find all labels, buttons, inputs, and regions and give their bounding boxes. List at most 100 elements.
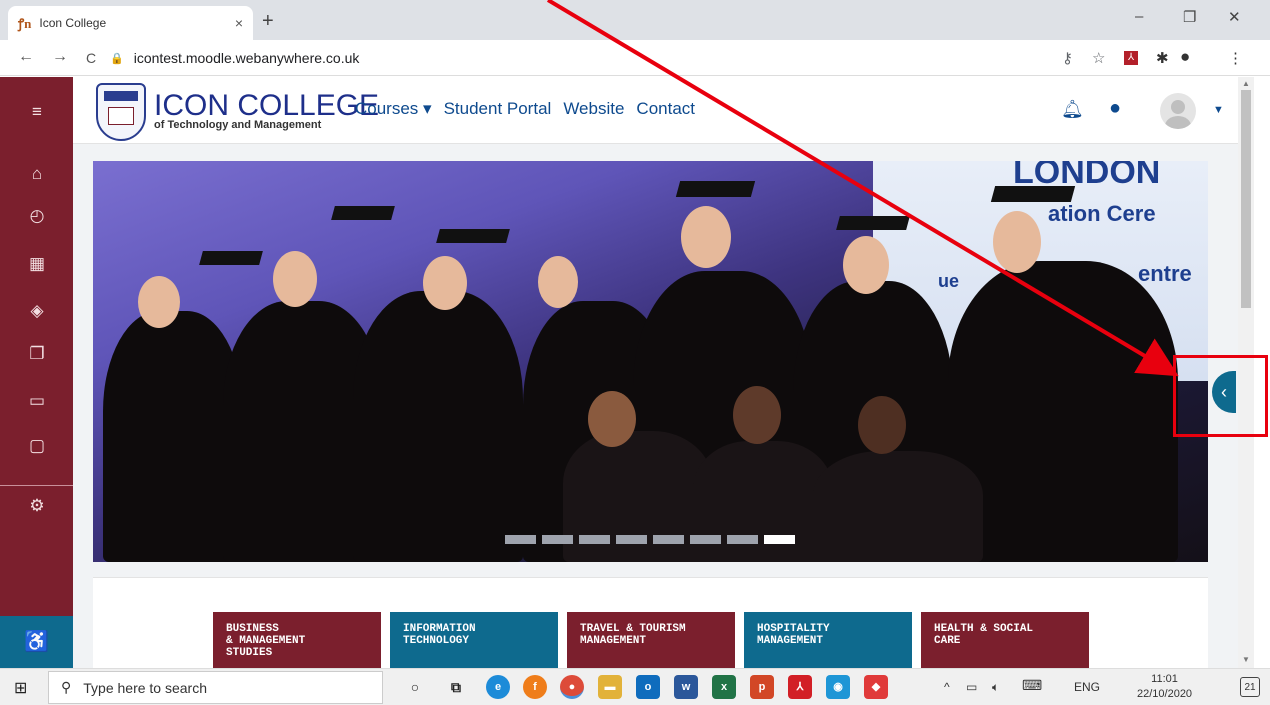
forward-button[interactable]: →	[52, 48, 68, 66]
show-hidden-icons-icon[interactable]: ^	[944, 680, 950, 694]
outlook-icon[interactable]: o	[636, 675, 660, 699]
profile-icon[interactable]: ●	[1180, 47, 1190, 67]
clock-date: 22/10/2020	[1137, 688, 1193, 700]
logo-title[interactable]: ICON COLLEGE	[154, 89, 379, 123]
sidebar-divider	[0, 485, 73, 486]
tile-label: HEALTH & SOCIAL CARE	[934, 623, 1034, 647]
address-bar[interactable]: 🔒 icontest.moodle.webanywhere.co.uk	[110, 45, 1050, 71]
category-tile-travel[interactable]: TRAVEL & TOURISM MANAGEMENT	[567, 612, 735, 668]
close-tab-icon[interactable]: ×	[235, 15, 243, 31]
nav-website[interactable]: Website	[563, 99, 624, 119]
clipboard-icon[interactable]: ▭	[25, 389, 49, 413]
taskbar-clock[interactable]: 11:01 22/10/2020	[1137, 672, 1192, 702]
category-tile-health[interactable]: HEALTH & SOCIAL CARE	[921, 612, 1089, 668]
graduate-face	[681, 206, 731, 268]
home-icon[interactable]: ⌂	[25, 162, 49, 186]
carousel-indicators	[505, 535, 795, 544]
chrome-icon[interactable]: ●	[560, 675, 584, 699]
clock-time: 11:01	[1151, 673, 1178, 685]
keyboard-icon[interactable]: ⌨	[1022, 677, 1042, 694]
back-button[interactable]: ←	[18, 48, 34, 66]
firefox-icon[interactable]: f	[523, 675, 547, 699]
calendar-icon[interactable]: ▦	[25, 252, 49, 276]
graduate-face	[138, 276, 180, 328]
graduate-cap	[990, 186, 1076, 202]
carousel-indicator-6[interactable]	[690, 535, 721, 544]
scroll-up-arrow-icon[interactable]: ▲	[1238, 79, 1254, 88]
browser-tab[interactable]: ꝭn Icon College ×	[8, 6, 253, 40]
notifications-badge[interactable]: 21	[1240, 677, 1260, 697]
nav-courses[interactable]: Courses ▾	[355, 99, 432, 119]
restore-button[interactable]: ❐	[1183, 8, 1196, 26]
anydesk-icon[interactable]: ◆	[864, 675, 888, 699]
hero-carousel[interactable]: LONDON ation Cere ue entre	[93, 161, 1208, 562]
copy-files-icon[interactable]: ❐	[25, 342, 49, 366]
folder-icon[interactable]: ▢	[25, 434, 49, 458]
browser-tab-strip: ꝭn Icon College × + – ❐ ✕	[0, 0, 1270, 40]
carousel-indicator-4[interactable]	[616, 535, 647, 544]
powerpoint-icon[interactable]: p	[750, 675, 774, 699]
accessibility-button[interactable]: ♿	[0, 616, 73, 668]
extensions-icon[interactable]: ✱	[1156, 49, 1169, 67]
acrobat-icon[interactable]: ⅄	[788, 675, 812, 699]
graduate-face	[993, 211, 1041, 273]
carousel-indicator-1[interactable]	[505, 535, 536, 544]
reload-button[interactable]: C	[86, 50, 96, 66]
banner-text-ceremony: ation Cere	[1048, 201, 1156, 226]
messages-chat-icon[interactable]: ●	[1109, 97, 1121, 120]
pdf-extension-icon[interactable]: ⅄	[1124, 51, 1138, 65]
user-menu-caret-icon[interactable]: ▼	[1213, 104, 1224, 116]
carousel-indicator-7[interactable]	[727, 535, 758, 544]
category-tile-business[interactable]: BUSINESS & MANAGEMENT STUDIES	[213, 612, 381, 668]
banner-text-fragment: ue	[938, 271, 960, 291]
category-tile-it[interactable]: INFORMATION TECHNOLOGY	[390, 612, 558, 668]
windows-taskbar: ⊞ ⚲ Type here to search ○ ⧉ e f ● ▬ o w …	[0, 668, 1270, 705]
close-window-button[interactable]: ✕	[1228, 8, 1241, 26]
notification-bell-icon[interactable]: 🔔︎	[1061, 99, 1084, 120]
main-nav: Courses ▾ Student Portal Website Contact	[355, 99, 695, 119]
graduate-face	[588, 391, 636, 447]
carousel-indicator-2[interactable]	[542, 535, 573, 544]
college-crest-logo[interactable]	[96, 83, 146, 141]
tile-label: INFORMATION TECHNOLOGY	[403, 623, 476, 647]
college-favicon-icon: ꝭn	[18, 16, 32, 31]
carousel-indicator-3[interactable]	[579, 535, 610, 544]
key-icon[interactable]: ⚷	[1062, 49, 1073, 67]
bookmark-star-icon[interactable]: ☆	[1092, 49, 1105, 67]
site-header: ICON COLLEGE of Technology and Managemen…	[73, 77, 1238, 144]
page-content: ICON COLLEGE of Technology and Managemen…	[73, 77, 1238, 668]
browser-toolbar: ← → C 🔒 icontest.moodle.webanywhere.co.u…	[0, 40, 1270, 76]
nav-contact[interactable]: Contact	[636, 99, 695, 119]
app-icon[interactable]: ◉	[826, 675, 850, 699]
carousel-indicator-8[interactable]	[764, 535, 795, 544]
taskbar-search-box[interactable]: ⚲ Type here to search	[48, 671, 383, 704]
file-explorer-icon[interactable]: ▬	[598, 675, 622, 699]
edge-browser-icon[interactable]: e	[486, 675, 510, 699]
task-view-icon[interactable]: ⧉	[444, 675, 468, 699]
dashboard-gauge-icon[interactable]: ◴	[25, 204, 49, 228]
tile-label: BUSINESS & MANAGEMENT STUDIES	[226, 623, 306, 659]
excel-icon[interactable]: x	[712, 675, 736, 699]
network-icon[interactable]: ▭	[966, 680, 977, 694]
annotation-highlight-box	[1173, 355, 1268, 437]
cortana-icon[interactable]: ○	[403, 675, 427, 699]
layers-icon[interactable]: ◈	[25, 299, 49, 323]
volume-icon[interactable]: 🔈︎	[992, 680, 999, 695]
user-avatar[interactable]	[1160, 93, 1196, 129]
category-tile-hospitality[interactable]: HOSPITALITY MANAGEMENT	[744, 612, 912, 668]
accessibility-icon: ♿	[24, 631, 49, 653]
language-indicator[interactable]: ENG	[1074, 680, 1100, 694]
new-tab-button[interactable]: +	[262, 10, 274, 33]
carousel-indicator-5[interactable]	[653, 535, 684, 544]
windows-start-icon[interactable]: ⊞	[14, 678, 27, 698]
graduate-cap	[836, 216, 910, 230]
settings-gear-icon[interactable]: ⚙	[25, 494, 49, 518]
scrollbar-thumb[interactable]	[1241, 90, 1251, 308]
scroll-down-arrow-icon[interactable]: ▼	[1238, 655, 1254, 664]
tab-title: Icon College	[39, 16, 107, 30]
hamburger-menu-icon[interactable]: ≡	[25, 100, 49, 124]
menu-kebab-icon[interactable]: ⋮	[1228, 49, 1243, 67]
minimize-button[interactable]: –	[1135, 8, 1143, 25]
nav-student-portal[interactable]: Student Portal	[444, 99, 552, 119]
word-icon[interactable]: w	[674, 675, 698, 699]
